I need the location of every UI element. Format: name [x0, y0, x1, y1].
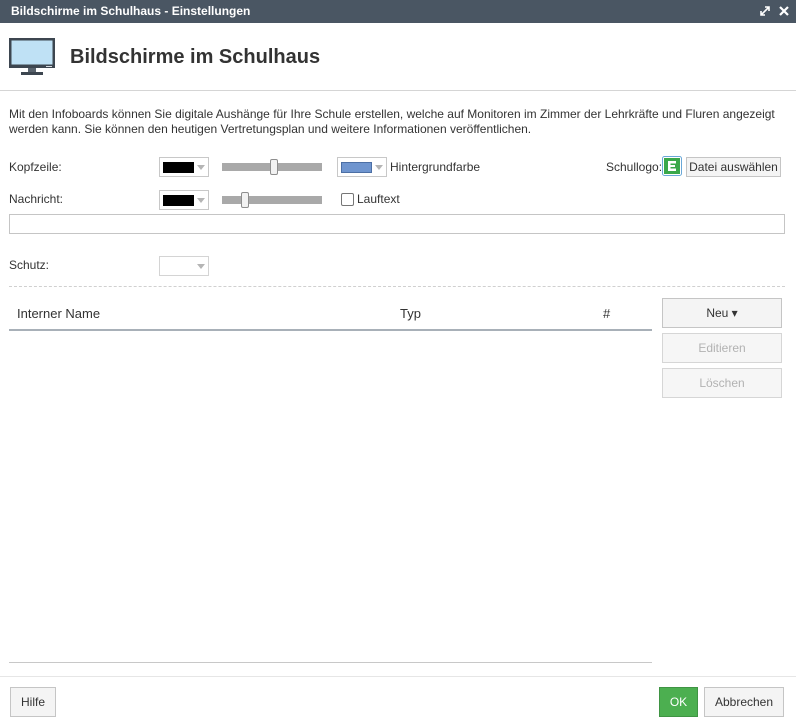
help-button[interactable]: Hilfe	[10, 687, 56, 717]
maximize-icon[interactable]	[758, 3, 772, 19]
slider-thumb[interactable]	[270, 159, 278, 175]
close-icon[interactable]	[777, 3, 791, 19]
nachricht-label: Nachricht:	[9, 192, 64, 206]
schutz-label: Schutz:	[9, 258, 50, 272]
choose-file-button[interactable]: Datei auswählen	[686, 157, 781, 177]
kopfzeile-color-swatch	[163, 162, 194, 173]
footer-divider	[0, 676, 796, 677]
column-header-name[interactable]: Interner Name	[17, 306, 100, 321]
kopfzeile-color-picker[interactable]	[159, 157, 209, 177]
monitor-icon	[8, 37, 56, 80]
background-color-picker[interactable]	[337, 157, 387, 177]
cancel-button[interactable]: Abbrechen	[704, 687, 784, 717]
window-titlebar: Bildschirme im Schulhaus - Einstellungen	[0, 0, 796, 23]
chevron-down-icon	[197, 165, 205, 170]
page-title: Bildschirme im Schulhaus	[70, 46, 321, 68]
nachricht-text-input[interactable]	[9, 214, 785, 234]
edit-button[interactable]: Editieren	[662, 333, 782, 363]
schutz-select[interactable]	[159, 256, 209, 276]
ok-button[interactable]: OK	[659, 687, 698, 717]
nachricht-color-swatch	[163, 195, 194, 206]
window-title: Bildschirme im Schulhaus - Einstellungen	[11, 4, 251, 18]
nachricht-color-picker[interactable]	[159, 190, 209, 210]
lauftext-label[interactable]: Lauftext	[357, 192, 400, 206]
delete-button[interactable]: Löschen	[662, 368, 782, 398]
chevron-down-icon	[375, 165, 383, 170]
dialog-header: Bildschirme im Schulhaus	[0, 23, 796, 91]
new-button[interactable]: Neu ▾	[662, 298, 782, 328]
lauftext-checkbox[interactable]	[341, 193, 354, 206]
schullogo-label: Schullogo:	[606, 160, 663, 174]
nachricht-size-slider[interactable]	[222, 190, 322, 210]
description-text: Mit den Infoboards können Sie digitale A…	[9, 107, 775, 136]
slider-thumb[interactable]	[241, 192, 249, 208]
background-color-swatch	[341, 162, 372, 173]
kopfzeile-label: Kopfzeile:	[9, 160, 62, 174]
chevron-down-icon	[197, 198, 205, 203]
column-header-count[interactable]: #	[603, 306, 610, 321]
column-header-type[interactable]: Typ	[400, 306, 421, 321]
school-logo-icon	[662, 156, 682, 179]
table-header: Interner Name Typ #	[9, 300, 652, 331]
section-divider	[9, 286, 785, 287]
slider-track	[222, 196, 322, 204]
kopfzeile-size-slider[interactable]	[222, 157, 322, 177]
chevron-down-icon	[197, 264, 205, 269]
background-color-label: Hintergrundfarbe	[390, 160, 481, 174]
table-body[interactable]	[9, 331, 652, 663]
